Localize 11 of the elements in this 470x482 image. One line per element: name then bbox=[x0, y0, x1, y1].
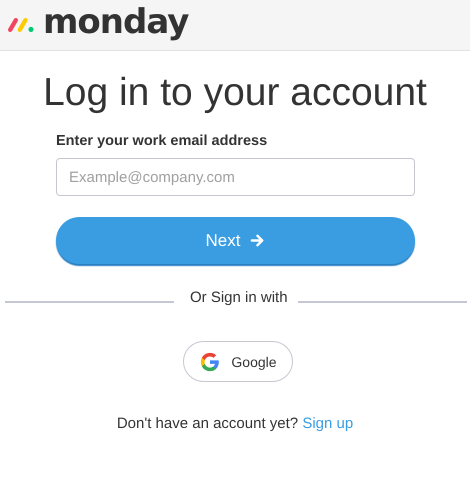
signup-link[interactable]: Sign up bbox=[302, 415, 354, 432]
divider-label: Or Sign in with bbox=[189, 290, 289, 306]
arrow-right-icon bbox=[250, 233, 266, 248]
field-label: Enter your work email address bbox=[56, 133, 268, 149]
email-field[interactable]: Example@company.com bbox=[56, 158, 415, 196]
signup-prompt: Don't have an account yet? bbox=[116, 415, 298, 432]
page-title: Log in to your account bbox=[42, 70, 428, 116]
logo-wordmark: monday bbox=[43, 5, 188, 39]
google-button[interactable]: Google bbox=[183, 341, 293, 382]
next-button[interactable]: Next bbox=[56, 217, 415, 264]
google-icon bbox=[199, 350, 222, 372]
